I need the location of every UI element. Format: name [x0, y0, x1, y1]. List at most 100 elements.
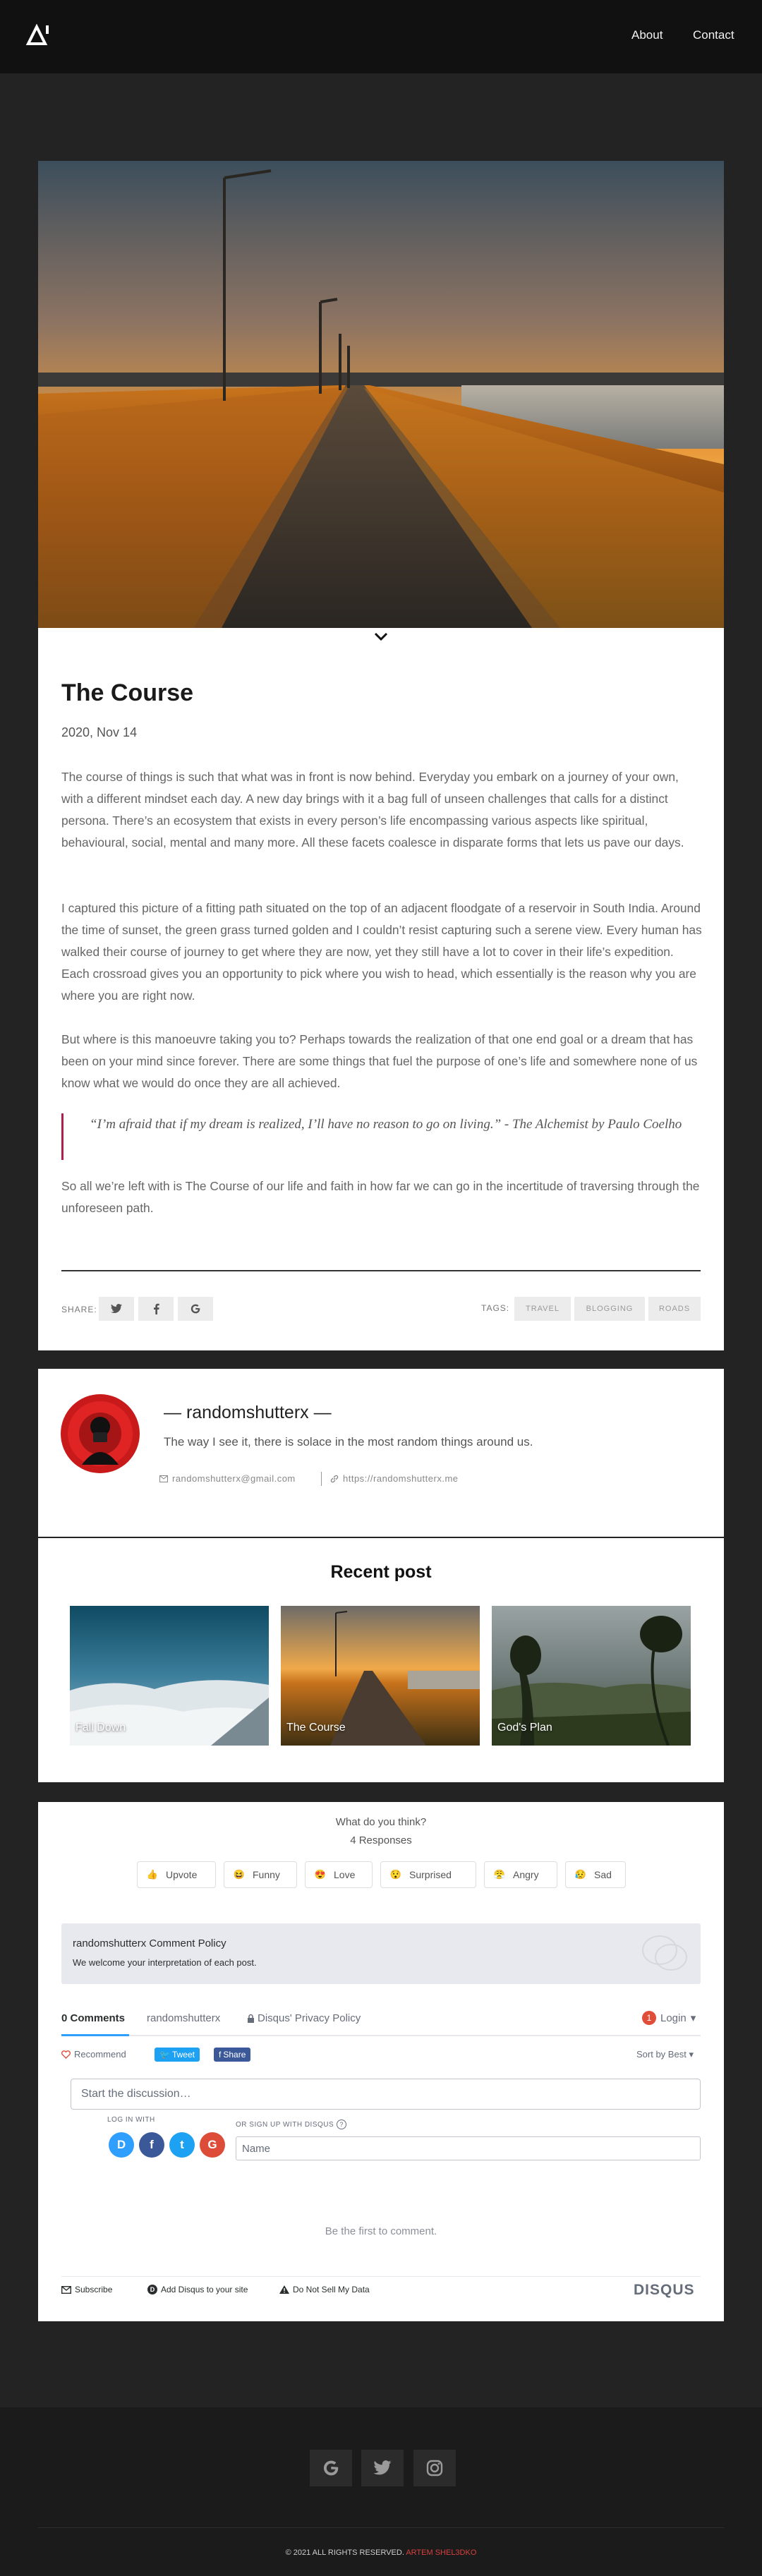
instagram-icon: [426, 2460, 443, 2477]
tag-blogging[interactable]: BLOGGING: [574, 1297, 645, 1321]
tab-comments[interactable]: 0 Comments: [61, 2012, 125, 2024]
tag-roads[interactable]: ROADS: [648, 1297, 701, 1321]
comment-policy-title: randomshutterx Comment Policy: [73, 1937, 226, 1949]
login-with-label: LOG IN WITH: [107, 2116, 155, 2124]
signup-label: OR SIGN UP WITH DISQUS ?: [236, 2120, 347, 2129]
recent-post-card[interactable]: God's Plan: [492, 1606, 691, 1746]
google-icon: [323, 2460, 339, 2476]
signup-text: OR SIGN UP WITH DISQUS: [236, 2120, 334, 2129]
love-emoji-icon: 😍: [314, 1869, 327, 1880]
recommend-label: Recommend: [74, 2049, 126, 2060]
subscribe-link[interactable]: Subscribe: [61, 2285, 112, 2294]
envelope-icon: [159, 1475, 168, 1482]
article-paragraph: But where is this manoeuvre taking you t…: [61, 1032, 698, 1090]
copyright-label: © 2021 ALL RIGHTS RESERVED.: [285, 2548, 404, 2557]
sad-emoji-icon: 😥: [574, 1869, 587, 1880]
recent-post-label: Fall Down: [75, 1722, 126, 1734]
sort-dropdown[interactable]: Sort by Best ▾: [636, 2049, 694, 2060]
nav-contact-link[interactable]: Contact: [693, 28, 734, 42]
facebook-login-icon[interactable]: f: [139, 2132, 164, 2158]
recent-post-label: The Course: [286, 1722, 346, 1734]
upvote-emoji-icon: 👍: [146, 1869, 159, 1880]
share-label: SHARE:: [61, 1305, 97, 1314]
recent-post-card[interactable]: The Course: [281, 1606, 480, 1746]
comment-input[interactable]: Start the discussion…: [71, 2079, 701, 2110]
share-label: Share: [223, 2050, 246, 2060]
article-paragraph: I captured this picture of a fitting pat…: [61, 901, 702, 1003]
twitter-login-icon[interactable]: t: [169, 2132, 195, 2158]
login-label: Login: [660, 2012, 687, 2024]
nav-about-link[interactable]: About: [631, 28, 663, 42]
reaction-sad-button[interactable]: 😥 Sad: [565, 1861, 626, 1888]
help-icon[interactable]: ?: [337, 2120, 347, 2129]
twitter-icon: 🐦: [159, 2050, 170, 2060]
add-disqus-link[interactable]: D Add Disqus to your site: [147, 2285, 248, 2294]
facebook-share-button[interactable]: f Share: [214, 2048, 251, 2062]
author-website-link[interactable]: https://randomshutterx.me: [330, 1473, 459, 1484]
tweet-button[interactable]: 🐦 Tweet: [155, 2048, 200, 2062]
share-google-button[interactable]: [178, 1297, 213, 1321]
facebook-icon: f: [219, 2050, 222, 2060]
recent-posts: Recent post Fall Down The Course God's P…: [38, 1538, 724, 1782]
recent-post-card[interactable]: Fall Down: [70, 1606, 269, 1746]
reaction-label: Upvote: [166, 1869, 198, 1880]
name-input[interactable]: Name: [236, 2136, 701, 2160]
tabs-divider: [61, 2035, 701, 2036]
share-facebook-button[interactable]: [138, 1297, 174, 1321]
google-icon: [190, 1304, 200, 1314]
twitter-icon: [373, 2460, 392, 2475]
speech-bubbles-icon: [642, 1935, 687, 1971]
tab-community[interactable]: randomshutterx: [147, 2012, 220, 2024]
reaction-label: Sad: [594, 1869, 612, 1880]
warning-icon: [279, 2285, 289, 2294]
site-logo-icon[interactable]: [25, 23, 51, 47]
facebook-icon: [153, 1303, 159, 1314]
link-icon: [330, 1475, 339, 1482]
login-dropdown[interactable]: 1 Login ▾: [642, 2011, 696, 2025]
do-not-sell-link[interactable]: Do Not Sell My Data: [279, 2285, 370, 2294]
author-card: — randomshutterx — The way I see it, the…: [38, 1369, 724, 1537]
recent-posts-title: Recent post: [330, 1562, 432, 1582]
chevron-down-icon: ▾: [690, 2012, 696, 2024]
twitter-icon: [111, 1304, 122, 1314]
notification-icon: 1: [642, 2011, 656, 2025]
disqus-login-icon[interactable]: D: [109, 2132, 134, 2158]
comment-policy-text: We welcome your interpretation of each p…: [73, 1957, 257, 1968]
funny-emoji-icon: 😆: [233, 1869, 246, 1880]
heart-icon: [61, 2050, 71, 2059]
article-title: The Course: [61, 679, 194, 706]
reaction-label: Surprised: [409, 1869, 452, 1880]
reaction-label: Funny: [253, 1869, 280, 1880]
copyright-text: © 2021 ALL RIGHTS RESERVED. ARTEM SHEL3D…: [0, 2548, 762, 2557]
lock-icon: [248, 2014, 254, 2023]
site-header: About Contact: [0, 0, 762, 73]
share-twitter-button[interactable]: [99, 1297, 134, 1321]
disqus-logo[interactable]: DISQUS: [634, 2282, 695, 2299]
recommend-button[interactable]: Recommend: [61, 2049, 126, 2060]
author-name: — randomshutterx —: [164, 1403, 332, 1422]
tweet-label: Tweet: [171, 2050, 195, 2060]
reaction-angry-button[interactable]: 😤 Angry: [484, 1861, 557, 1888]
reaction-surprised-button[interactable]: 😯 Surprised: [380, 1861, 476, 1888]
article-divider: [61, 1270, 701, 1271]
article-paragraph: So all we’re left with is The Course of …: [61, 1179, 700, 1215]
disqus-icon: D: [147, 2285, 157, 2294]
angry-emoji-icon: 😤: [493, 1869, 506, 1880]
tag-travel[interactable]: TRAVEL: [514, 1297, 571, 1321]
footer-author-link[interactable]: ARTEM SHEL3DKO: [406, 2548, 476, 2557]
disqus-footer-divider: [61, 2276, 701, 2277]
google-login-icon[interactable]: G: [200, 2132, 225, 2158]
author-email-link[interactable]: randomshutterx@gmail.com: [159, 1473, 296, 1484]
reaction-funny-button[interactable]: 😆 Funny: [224, 1861, 297, 1888]
footer-twitter-link[interactable]: [361, 2450, 404, 2486]
footer-google-link[interactable]: [310, 2450, 352, 2486]
author-links-divider: [321, 1472, 322, 1486]
reaction-love-button[interactable]: 😍 Love: [305, 1861, 373, 1888]
footer-instagram-link[interactable]: [413, 2450, 456, 2486]
chevron-down-icon[interactable]: [371, 628, 391, 645]
article-card: The Course 2020, Nov 14 The course of th…: [38, 161, 724, 1350]
empty-comments-text: Be the first to comment.: [325, 2225, 437, 2237]
comments-section: What do you think? 4 Responses 👍 Upvote …: [38, 1802, 724, 2321]
reaction-upvote-button[interactable]: 👍 Upvote: [137, 1861, 216, 1888]
privacy-policy-link[interactable]: Disqus' Privacy Policy: [247, 2012, 361, 2024]
